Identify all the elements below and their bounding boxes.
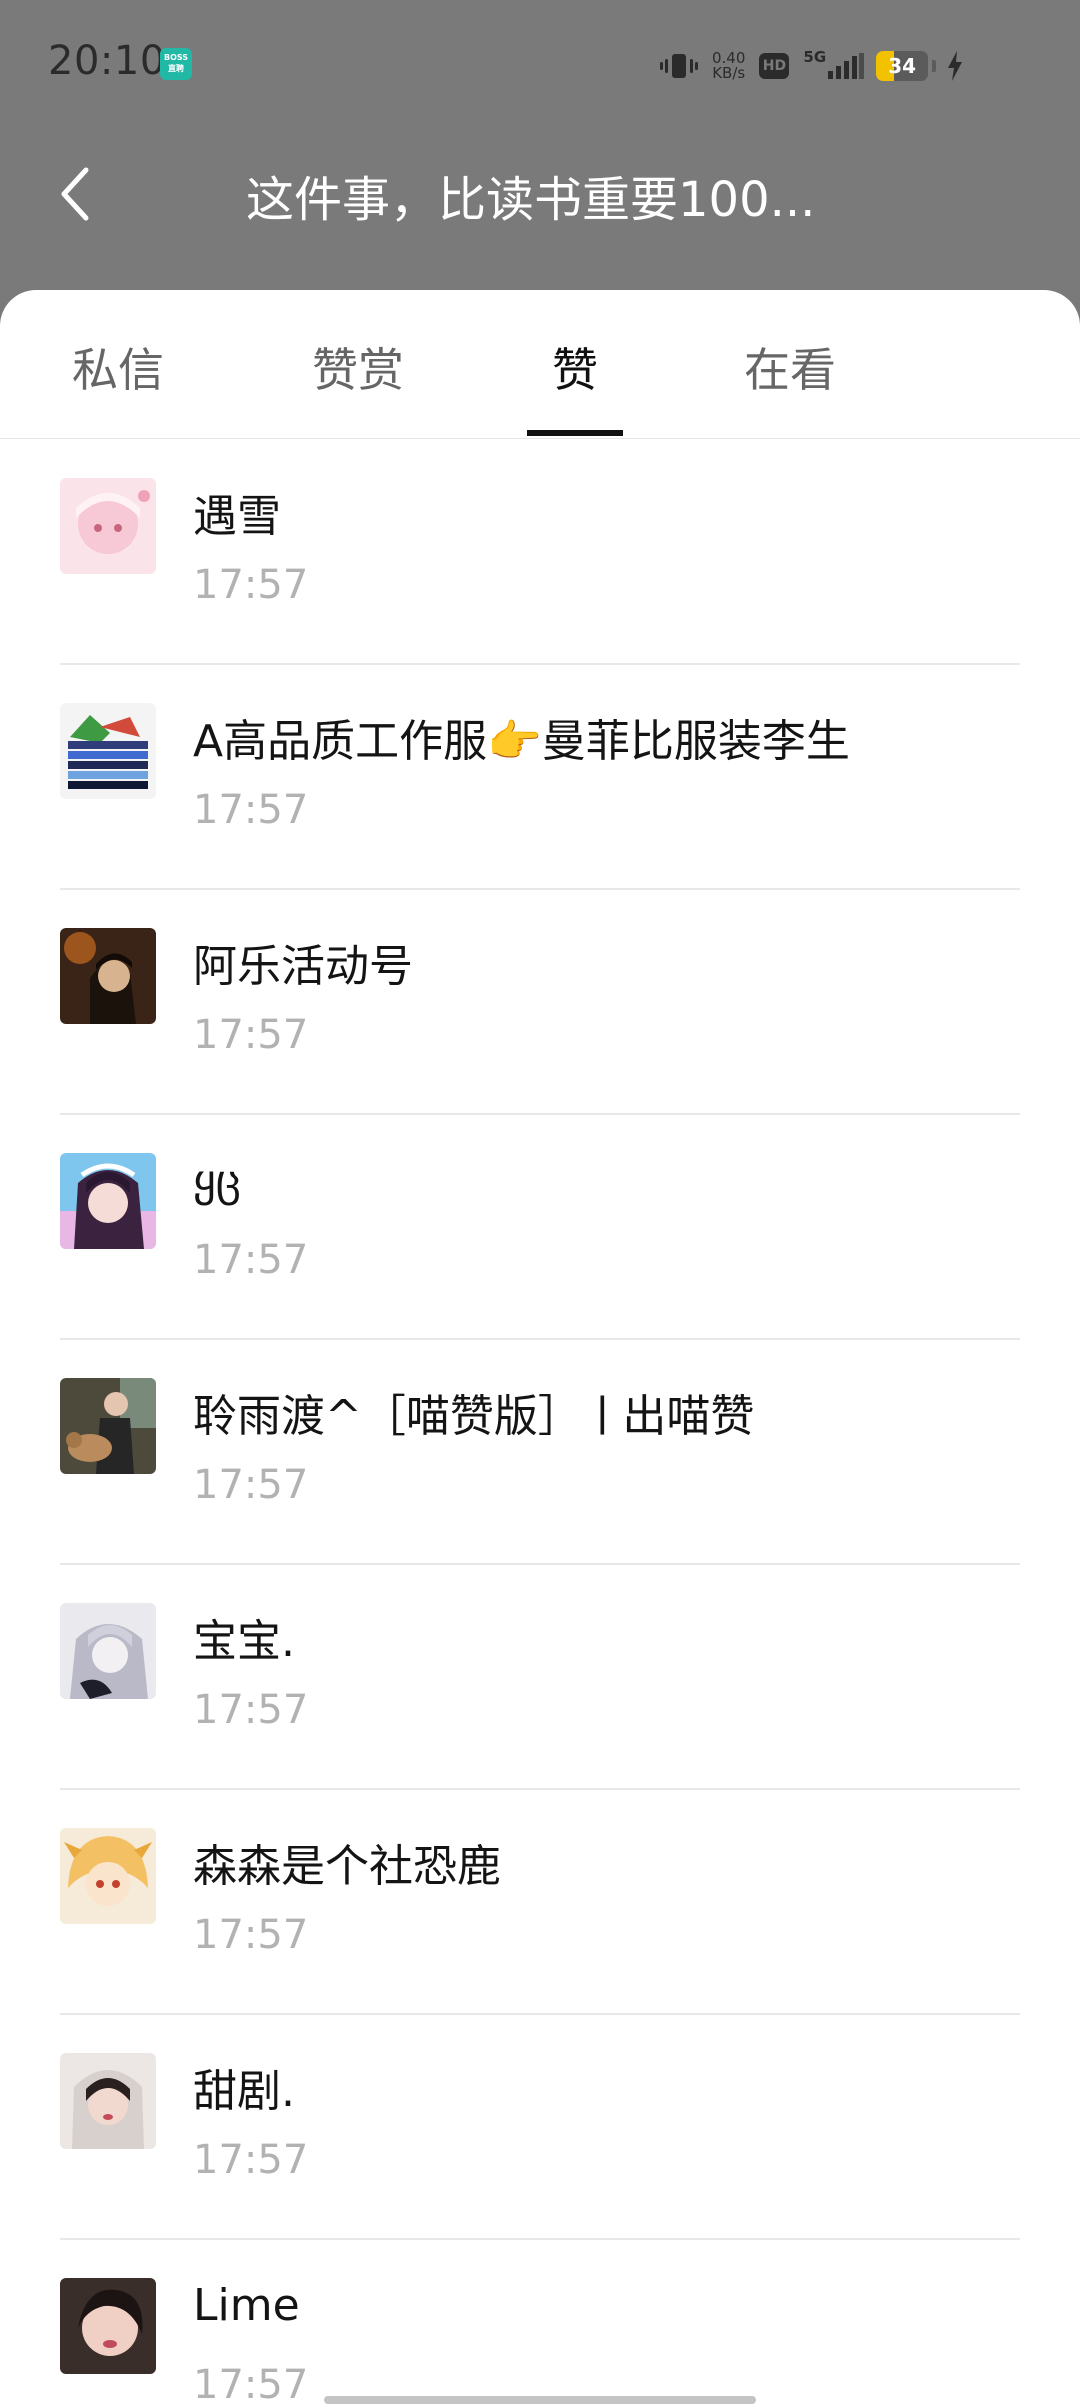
avatar[interactable] xyxy=(60,478,156,574)
boss-app-icon: BOSS 直聘 xyxy=(160,48,192,80)
tab-messages[interactable]: 私信 xyxy=(72,334,164,400)
like-time: 17:57 xyxy=(193,1687,309,1733)
interaction-sheet: 私信 赞赏 赞 在看 遇雪 17:57 A高品质工作服👉曼菲比服装李生 17:5… xyxy=(0,290,1080,2408)
vibrate-icon xyxy=(660,54,698,78)
status-bar: 20:10 BOSS 直聘 0.40 KB/s HD 5G 34 xyxy=(0,0,1080,130)
likes-list[interactable]: 遇雪 17:57 A高品质工作服👉曼菲比服装李生 17:57 阿乐活动号 17:… xyxy=(0,440,1080,2408)
user-name: 遇雪 xyxy=(193,491,281,542)
battery-cap xyxy=(932,60,937,72)
like-time: 17:57 xyxy=(193,2137,309,2183)
chevron-left-icon xyxy=(61,167,89,221)
avatar[interactable] xyxy=(60,1828,156,1924)
avatar[interactable] xyxy=(60,2053,156,2149)
like-time: 17:57 xyxy=(193,2362,309,2408)
status-icons: 0.40 KB/s HD 5G 34 xyxy=(660,46,964,86)
list-item[interactable]: 宝宝. 17:57 xyxy=(0,1565,1080,1790)
tab-bar: 私信 赞赏 赞 在看 xyxy=(0,290,1080,439)
user-name: 聆雨渡^［喵赞版］ㅣ出喵赞 xyxy=(193,1391,755,1442)
avatar-image xyxy=(60,928,156,1024)
user-name: A高品质工作服👉曼菲比服装李生 xyxy=(193,716,850,767)
avatar-image xyxy=(60,478,156,574)
user-name: ყც xyxy=(193,1155,241,1206)
avatar-image xyxy=(60,2053,156,2149)
user-name: Lime xyxy=(193,2280,300,2331)
like-time: 17:57 xyxy=(193,1912,309,1958)
list-item[interactable]: A高品质工作服👉曼菲比服装李生 17:57 xyxy=(0,665,1080,890)
avatar[interactable] xyxy=(60,928,156,1024)
network-speed-unit: KB/s xyxy=(712,64,746,82)
hd-icon: HD xyxy=(759,53,790,79)
signal-icon xyxy=(828,53,865,79)
avatar-image xyxy=(60,2278,156,2374)
title-bar: 这件事，比读书重要100... xyxy=(0,130,1080,290)
like-time: 17:57 xyxy=(193,787,309,833)
back-button[interactable] xyxy=(46,164,106,224)
list-item[interactable]: 遇雪 17:57 xyxy=(0,440,1080,665)
list-item[interactable]: Lime 17:57 xyxy=(0,2240,1080,2408)
home-indicator[interactable] xyxy=(324,2396,756,2404)
network-speed: 0.40 KB/s xyxy=(712,51,745,81)
like-time: 17:57 xyxy=(193,562,309,608)
like-time: 17:57 xyxy=(193,1012,309,1058)
tab-tips[interactable]: 赞赏 xyxy=(312,334,404,400)
avatar-image xyxy=(60,1603,156,1699)
charging-bolt-icon xyxy=(948,51,963,81)
network-type: 5G xyxy=(803,48,827,66)
tab-likes[interactable]: 赞 xyxy=(552,334,598,400)
tab-watching[interactable]: 在看 xyxy=(744,334,836,400)
list-item[interactable]: ყც 17:57 xyxy=(0,1115,1080,1340)
avatar[interactable] xyxy=(60,703,156,799)
like-time: 17:57 xyxy=(193,1237,309,1283)
battery-icon: 34 xyxy=(876,51,929,81)
like-time: 17:57 xyxy=(193,1462,309,1508)
list-item[interactable]: 聆雨渡^［喵赞版］ㅣ出喵赞 17:57 xyxy=(0,1340,1080,1565)
avatar-image xyxy=(60,1828,156,1924)
list-item[interactable]: 甜剧. 17:57 xyxy=(0,2015,1080,2240)
avatar[interactable] xyxy=(60,1378,156,1474)
list-item[interactable]: 阿乐活动号 17:57 xyxy=(0,890,1080,1115)
active-tab-indicator xyxy=(527,430,623,436)
user-name: 森森是个社恐鹿 xyxy=(193,1841,501,1892)
avatar[interactable] xyxy=(60,1603,156,1699)
avatar[interactable] xyxy=(60,1153,156,1249)
user-name: 宝宝. xyxy=(193,1616,295,1667)
battery-percent: 34 xyxy=(888,54,917,78)
list-item[interactable]: 森森是个社恐鹿 17:57 xyxy=(0,1790,1080,2015)
page-title: 这件事，比读书重要100... xyxy=(246,172,816,228)
avatar-image xyxy=(60,1153,156,1249)
avatar-image xyxy=(60,1378,156,1474)
user-name: 甜剧. xyxy=(193,2066,295,2117)
avatar-image xyxy=(60,703,156,799)
avatar[interactable] xyxy=(60,2278,156,2374)
status-time: 20:10 xyxy=(48,38,166,84)
user-name: 阿乐活动号 xyxy=(193,941,413,992)
